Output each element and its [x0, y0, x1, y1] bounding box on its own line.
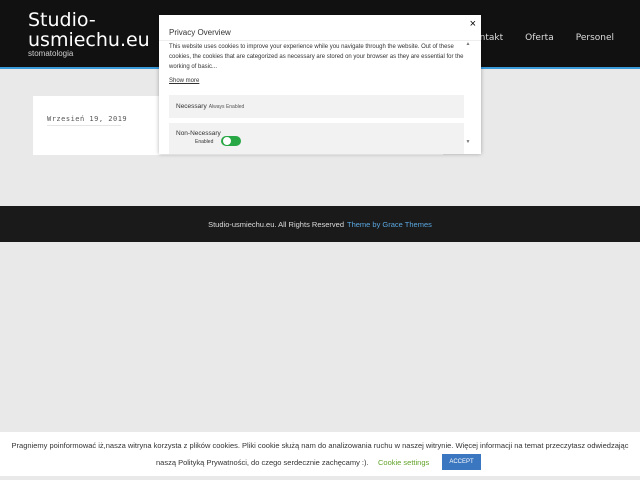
- footer-copyright: Studio-usmiechu.eu. All Rights Reserved: [208, 219, 344, 229]
- toggle-knob: [223, 137, 231, 145]
- category-non-necessary[interactable]: Non-Necessary Enabled: [169, 123, 464, 154]
- category-label: Necessary Always Enabled: [176, 103, 245, 110]
- show-more-link[interactable]: Show more: [169, 78, 199, 84]
- nav-item-staff[interactable]: Personel: [576, 33, 614, 43]
- category-necessary[interactable]: Necessary Always Enabled: [169, 95, 464, 118]
- accept-button[interactable]: ACCEPT: [442, 454, 481, 470]
- nav-item-offer[interactable]: Oferta: [525, 33, 554, 43]
- enabled-label: Enabled: [195, 139, 214, 145]
- site-title[interactable]: Studio- usmiechu.eu: [28, 10, 150, 50]
- cookie-message-line-2: naszą Polityką Prywatności, do czego ser…: [156, 458, 369, 467]
- cookie-settings-link[interactable]: Cookie settings: [378, 458, 429, 467]
- main-nav: Kontakt Oferta Personel: [480, 33, 614, 43]
- scroll-down-icon[interactable]: ▼: [465, 139, 471, 145]
- site-tagline: stomatologia: [28, 49, 74, 58]
- close-icon[interactable]: ×: [470, 18, 476, 30]
- always-enabled-label: Always Enabled: [208, 104, 245, 110]
- footer-theme-link[interactable]: Theme by Grace Themes: [347, 220, 432, 229]
- modal-body-text: This website uses cookies to improve you…: [169, 44, 464, 70]
- modal-divider: [159, 40, 481, 41]
- modal-title: Privacy Overview: [169, 28, 231, 37]
- post-date-divider: [47, 125, 121, 126]
- non-necessary-toggle[interactable]: [221, 136, 241, 146]
- scroll-up-icon[interactable]: ▲: [465, 41, 471, 47]
- post-date: Wrzesień 19, 2019: [47, 115, 128, 123]
- site-title-line-2[interactable]: usmiechu.eu: [28, 30, 150, 50]
- privacy-overview-modal: × Privacy Overview This website uses coo…: [159, 15, 481, 154]
- modal-scrollbar[interactable]: ▲ ▼: [465, 41, 471, 145]
- site-title-line-1[interactable]: Studio-: [28, 10, 150, 30]
- cookie-message-line-1: Pragniemy poinformować iż,nasza witryna …: [11, 441, 629, 450]
- site-footer: Studio-usmiechu.eu. All Rights Reserved …: [0, 206, 640, 242]
- cookie-consent-bar: Pragniemy poinformować iż,nasza witryna …: [0, 432, 640, 476]
- nav-item-contact[interactable]: Kontakt: [480, 33, 503, 43]
- category-label: Non-Necessary: [176, 130, 221, 137]
